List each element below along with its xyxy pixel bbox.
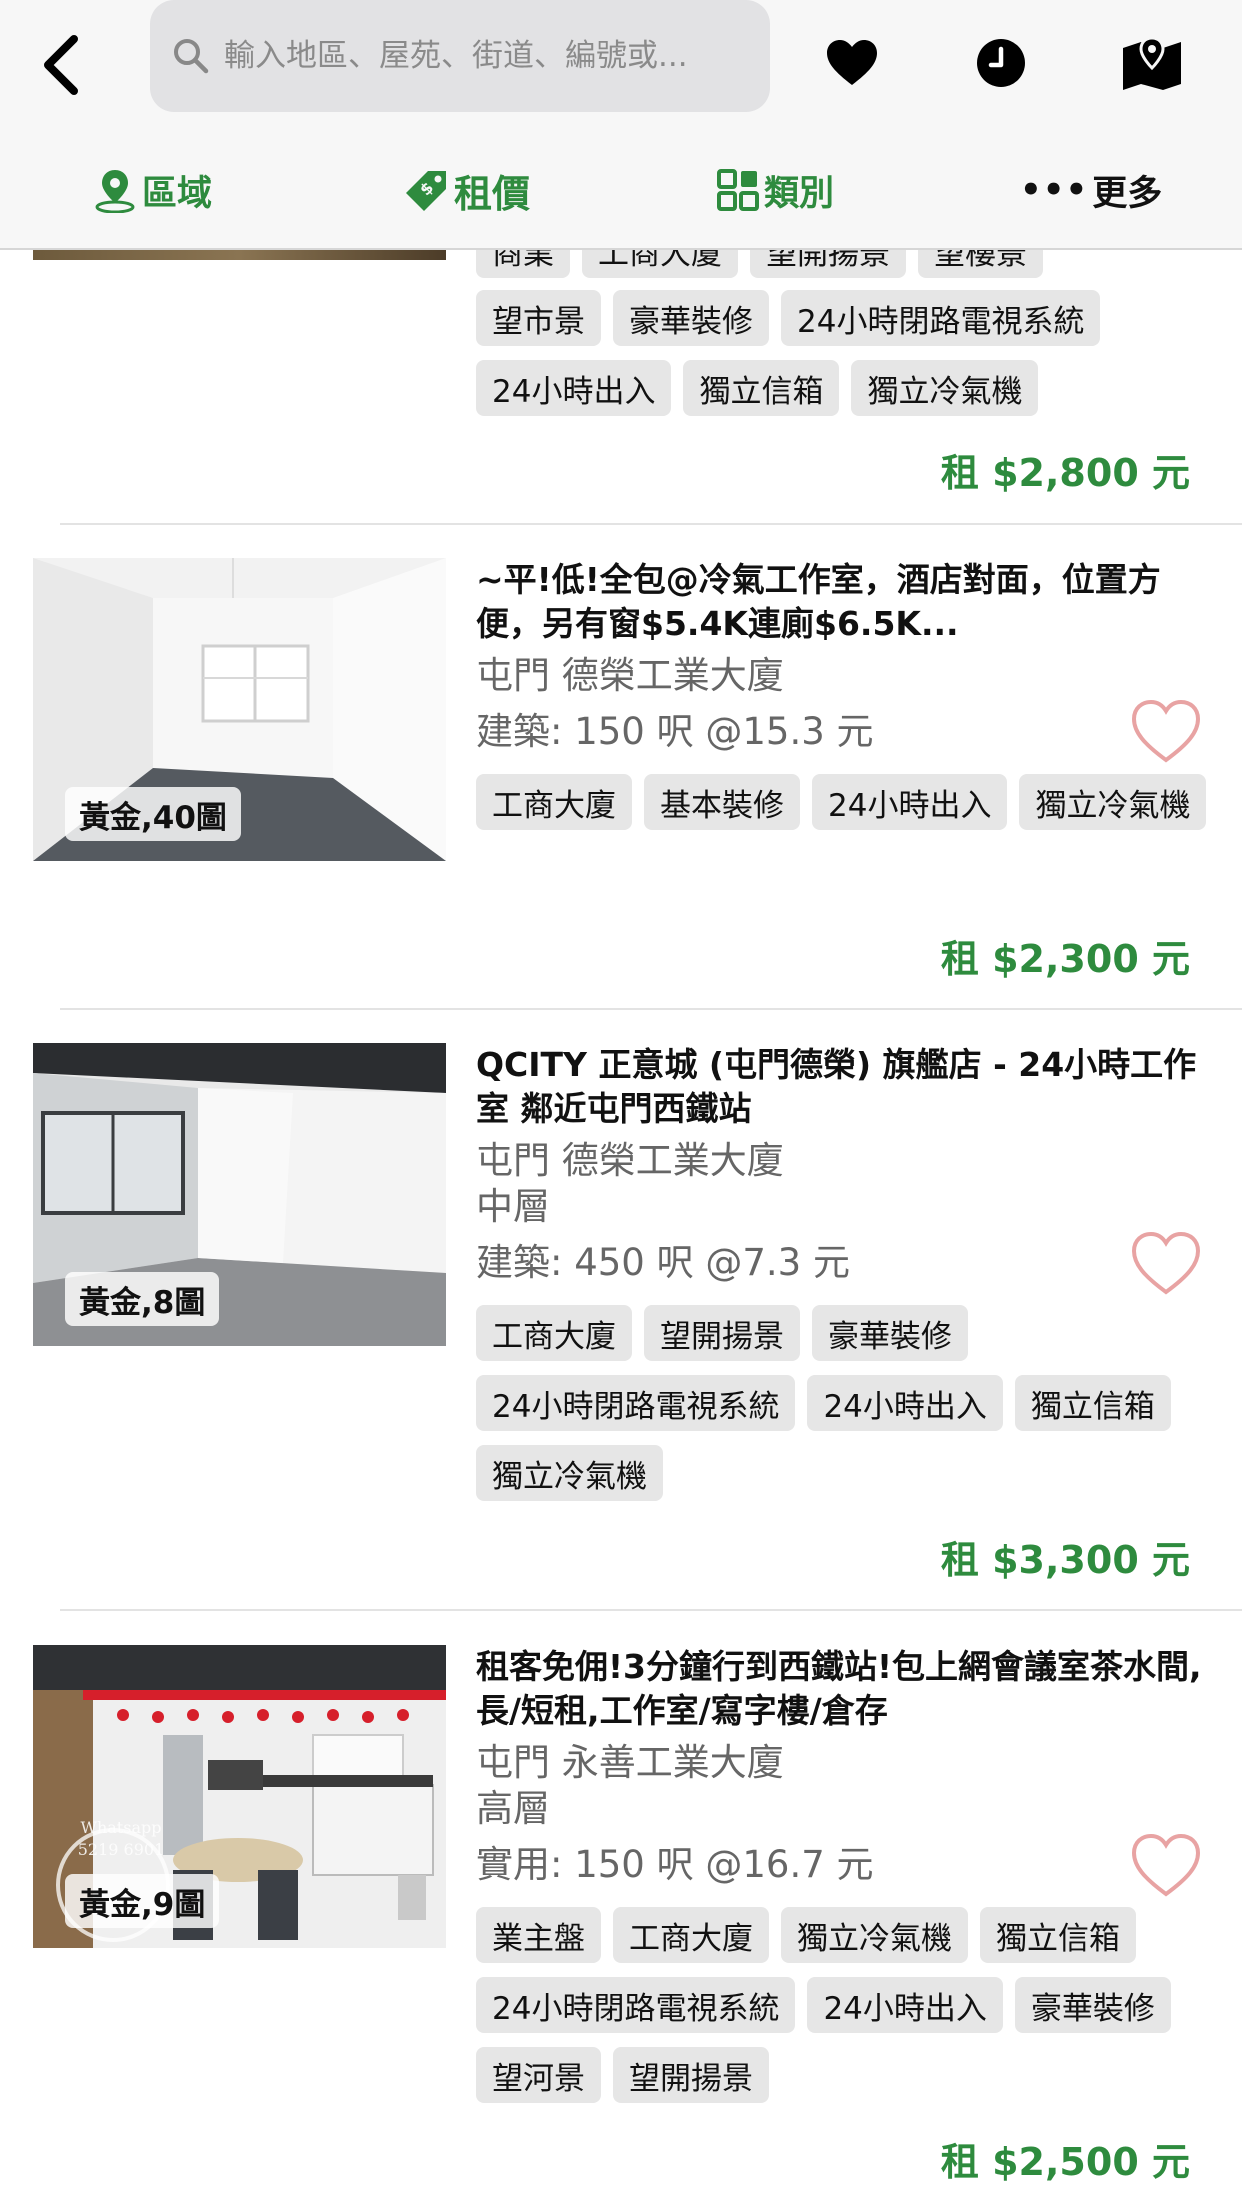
tag: 24小時出入: [807, 1977, 1003, 2033]
tag: 望開揚景: [644, 1305, 800, 1361]
tag: 豪華裝修: [1014, 1977, 1171, 2033]
history-button[interactable]: [966, 28, 1036, 98]
search-input[interactable]: [224, 38, 744, 74]
filter-more-label: 更多: [1092, 173, 1163, 214]
location-pin-icon: [95, 170, 135, 213]
favorite-heart-icon[interactable]: [1130, 1832, 1202, 1898]
tag: 24小時出入: [807, 1375, 1003, 1431]
more-dots-icon: •••: [1020, 170, 1089, 210]
search-icon: [172, 35, 214, 77]
tag: 獨立冷氣機: [1019, 774, 1207, 830]
listing-area: 實用: 150 呎 @16.7 元: [476, 1843, 874, 1886]
tag: 望市景: [476, 290, 601, 346]
filter-price-label: 租價: [454, 171, 531, 216]
photo-watermark: Whatsapp 5219 6901: [77, 1818, 165, 1859]
listing-area: 建築: 150 呎 @15.3 元: [476, 710, 874, 753]
divider: [60, 1008, 1242, 1010]
listing-title[interactable]: 租客免佣!3分鐘行到西鐵站!包上網會議室茶水間,長/短租,工作室/寫字樓/倉存: [476, 1645, 1212, 1733]
listing-photo[interactable]: 黃金,8圖: [33, 1043, 446, 1346]
top-header: 區域 $ 租價 類別 ••• 更多: [0, 0, 1242, 250]
clock-icon: [977, 39, 1025, 87]
tag: 獨立冷氣機: [781, 1907, 968, 1963]
listing-price: 租 $2,800 元: [940, 451, 1190, 495]
favorite-heart-icon[interactable]: [1130, 698, 1202, 764]
map-pin-icon: [1123, 36, 1181, 90]
back-button[interactable]: [30, 30, 90, 100]
filter-more[interactable]: ••• 更多: [1020, 162, 1162, 218]
tag: 24小時閉路電視系統: [476, 1977, 796, 2033]
listing-floor: 中層: [476, 1185, 550, 1228]
listing-location: 屯門 德榮工業大廈: [476, 1139, 784, 1182]
filter-area[interactable]: 區域: [92, 162, 212, 218]
listing-price: 租 $2,500 元: [940, 2140, 1190, 2184]
filter-category[interactable]: 類別: [716, 162, 834, 218]
filter-category-label: 類別: [764, 173, 835, 214]
search-bar[interactable]: [150, 0, 770, 112]
photo-count-badge: 黃金,9圖: [65, 1874, 220, 1928]
listing-floor: 高層: [476, 1787, 550, 1830]
chevron-left-icon: [44, 35, 78, 95]
tag: 基本裝修: [644, 774, 800, 830]
filter-area-label: 區域: [142, 173, 213, 214]
photo-count-badge: 黃金,8圖: [65, 1272, 220, 1326]
tag: 獨立冷氣機: [851, 360, 1039, 416]
tag: 24小時閉路電視系統: [476, 1375, 796, 1431]
tag: 24小時閉路電視系統: [781, 290, 1101, 346]
photo-count-badge: 黃金,40圖: [65, 787, 241, 841]
listing-price: 租 $3,300 元: [940, 1538, 1190, 1582]
listing-location: 屯門 德榮工業大廈: [476, 654, 784, 697]
favorite-heart-icon[interactable]: [1130, 1230, 1202, 1296]
favorites-button[interactable]: [817, 28, 887, 98]
tag: 獨立信箱: [683, 360, 840, 416]
tag: 工商大廈: [476, 1305, 632, 1361]
listing-photo[interactable]: Whatsapp 5219 6901 黃金,9圖: [33, 1645, 446, 1948]
tag: 望開揚景: [613, 2047, 769, 2103]
listing-title[interactable]: QCITY 正意城 (屯門德榮) 旗艦店 - 24小時工作室 鄰近屯門西鐵站: [476, 1043, 1212, 1131]
divider: [60, 1609, 1242, 1611]
tag: 獨立冷氣機: [476, 1445, 663, 1501]
listing-location: 屯門 永善工業大廈: [476, 1741, 784, 1784]
tag: 望河景: [476, 2047, 601, 2103]
tag: 獨立信箱: [980, 1907, 1136, 1963]
tag: 業主盤: [476, 1907, 601, 1963]
tag: 24小時出入: [812, 774, 1008, 830]
tag: 工商大廈: [613, 1907, 769, 1963]
tag: 獨立信箱: [1014, 1375, 1171, 1431]
filter-bar: 區域 $ 租價 類別 ••• 更多: [0, 150, 1242, 230]
price-tag-icon: $: [406, 171, 446, 211]
tag: 工商大廈: [476, 774, 632, 830]
listing-area: 建築: 450 呎 @7.3 元: [476, 1241, 850, 1284]
map-button[interactable]: [1117, 28, 1187, 98]
tag: 豪華裝修: [613, 290, 769, 346]
listing-title[interactable]: ~平!低!全包@冷氣工作室，酒店對面，位置方便，另有窗$5.4K連廁$6.5K.…: [476, 558, 1212, 646]
tag: 豪華裝修: [812, 1305, 968, 1361]
listing-photo[interactable]: 黃金,40圖: [33, 558, 446, 861]
heart-icon: [827, 40, 877, 85]
divider: [60, 523, 1242, 525]
listing-price: 租 $2,300 元: [940, 937, 1190, 981]
tag: 24小時出入: [476, 360, 672, 416]
grid-icon: [717, 169, 759, 211]
